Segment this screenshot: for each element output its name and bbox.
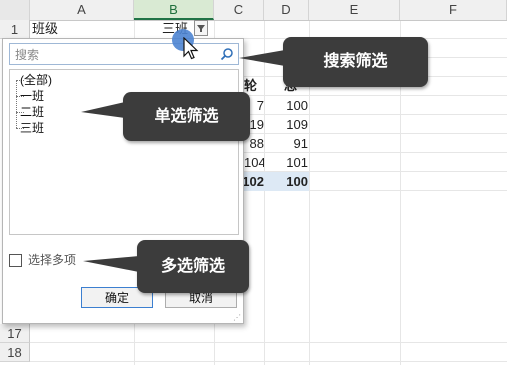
multi-select-label: 选择多项 — [28, 253, 77, 267]
resize-grip-icon[interactable]: ⋰ — [233, 314, 241, 322]
search-box[interactable] — [9, 43, 239, 65]
multi-select-option[interactable]: 选择多项 — [9, 252, 76, 268]
row-number[interactable]: 18 — [0, 343, 30, 362]
mouse-pointer-icon — [183, 37, 199, 60]
tree-item-class-1[interactable]: 一班 — [20, 88, 44, 104]
column-header-a[interactable]: A — [30, 0, 134, 20]
callout-search-text: 搜索筛选 — [323, 53, 388, 70]
column-header-b[interactable]: B — [134, 0, 214, 20]
cell-d-total[interactable]: 100 — [266, 172, 308, 191]
cell-c-header[interactable]: 轮 — [244, 76, 264, 95]
tree-item-all[interactable]: (全部) — [20, 72, 52, 88]
gridline — [30, 361, 507, 362]
callout-pointer — [239, 50, 285, 66]
cell-c-value[interactable]: 104 — [244, 153, 264, 172]
callout-multi-text: 多选筛选 — [160, 258, 225, 275]
row-number[interactable]: 17 — [0, 324, 30, 343]
column-header-d[interactable]: D — [264, 0, 309, 20]
cell-d-value[interactable]: 109 — [266, 115, 308, 134]
cell-d-value[interactable]: 100 — [266, 96, 308, 115]
column-header-c[interactable]: C — [214, 0, 264, 20]
select-all-corner[interactable] — [0, 0, 30, 20]
filter-funnel-icon — [197, 25, 205, 32]
callout-single-text: 单选筛选 — [154, 108, 219, 125]
tree-item-class-3[interactable]: 三班 — [20, 120, 44, 136]
cell-d-value[interactable]: 101 — [266, 153, 308, 172]
callout-multi-filter: 多选筛选 — [83, 240, 249, 293]
gridline — [264, 20, 265, 365]
multi-select-checkbox[interactable] — [9, 254, 22, 268]
tree-item-class-2[interactable]: 二班 — [20, 104, 44, 120]
callout-search-filter: 搜索筛选 — [239, 37, 428, 87]
row-number[interactable]: 1 — [0, 20, 30, 39]
gridline — [30, 342, 507, 343]
callout-single-filter: 单选筛选 — [81, 92, 250, 141]
column-header-e[interactable]: E — [309, 0, 400, 20]
filter-dropdown-button[interactable] — [194, 20, 208, 36]
callout-pointer — [81, 102, 125, 118]
cell-a1[interactable]: 班级 — [32, 20, 132, 38]
magnifier-icon[interactable] — [220, 47, 234, 61]
tree-connector — [16, 80, 17, 128]
callout-pointer — [83, 256, 139, 272]
column-header-row: A B C D E F — [0, 0, 507, 21]
cell-d-value[interactable]: 91 — [266, 134, 308, 153]
column-header-f[interactable]: F — [400, 0, 507, 20]
